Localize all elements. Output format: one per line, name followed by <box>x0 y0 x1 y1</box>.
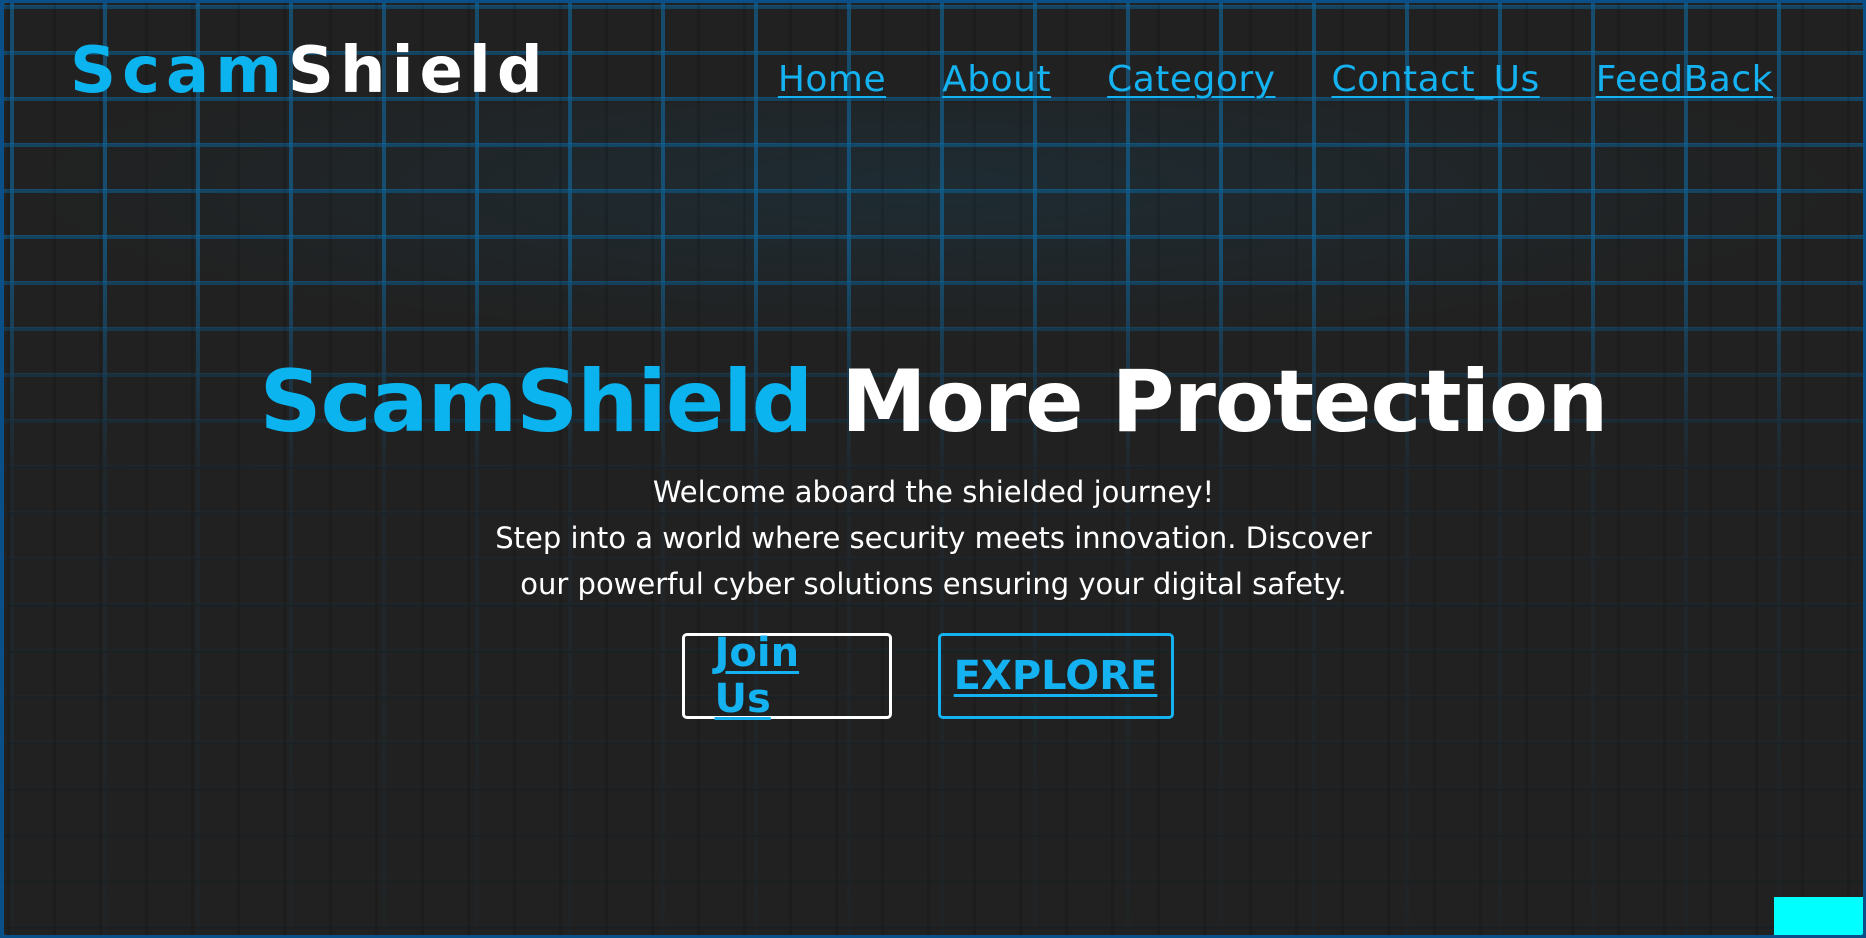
browser-frame: ScamShield Home About Category Contact_U… <box>0 0 1866 938</box>
hero-title: ScamShield More Protection <box>4 359 1863 445</box>
logo-part-scam: Scam <box>70 34 288 108</box>
hero-line-2: Step into a world where security meets i… <box>495 521 1372 555</box>
nav-feedback-link[interactable]: FeedBack <box>1596 59 1773 100</box>
hero-section: ScamShield More Protection Welcome aboar… <box>4 359 1863 607</box>
hero-line-1: Welcome aboard the shielded journey! <box>652 475 1215 509</box>
hero-description: Welcome aboard the shielded journey! Ste… <box>4 469 1863 607</box>
logo-part-shield: Shield <box>287 34 549 108</box>
nav-contact-link[interactable]: Contact_Us <box>1332 59 1540 100</box>
hero-title-highlight: ScamShield <box>259 352 814 452</box>
main-nav: Home About Category Contact_Us FeedBack <box>778 59 1773 100</box>
nav-about-link[interactable]: About <box>942 59 1051 100</box>
hero-line-3: our powerful cyber solutions ensuring yo… <box>520 567 1347 601</box>
landing-page: ScamShield Home About Category Contact_U… <box>4 3 1863 935</box>
hero-title-rest: More Protection <box>841 352 1608 452</box>
site-logo[interactable]: ScamShield <box>70 39 549 103</box>
corner-widget[interactable] <box>1774 897 1863 935</box>
join-us-button[interactable]: Join Us <box>681 630 892 722</box>
nav-home-link[interactable]: Home <box>778 59 886 100</box>
nav-category-link[interactable]: Category <box>1107 59 1275 100</box>
explore-button[interactable]: EXPLORE <box>937 633 1174 719</box>
hero-buttons: Join Us EXPLORE <box>4 630 1863 722</box>
grid-glow <box>4 103 1863 343</box>
